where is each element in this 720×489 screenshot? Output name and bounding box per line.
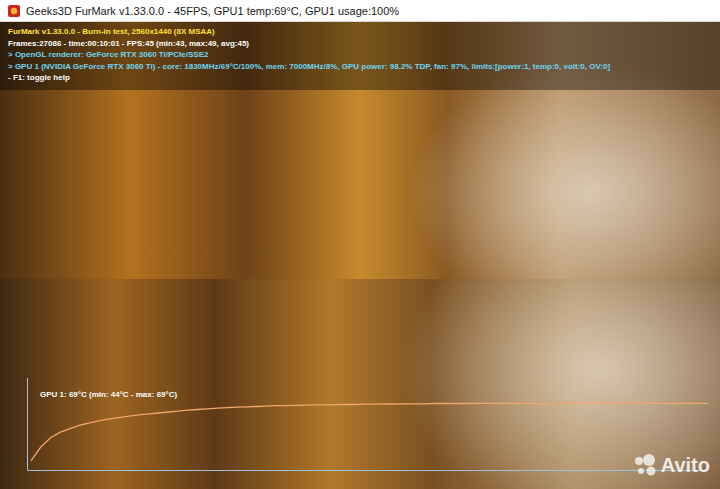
- render-view: FurMark v1.33.0.0 - Burn-in test, 2560x1…: [0, 22, 720, 489]
- furmark-window: Geeks3D FurMark v1.33.0.0 - 45FPS, GPU1 …: [0, 0, 720, 489]
- graph-label: GPU 1: 69°C (min: 44°C - max: 69°C): [40, 390, 177, 399]
- title-bar: Geeks3D FurMark v1.33.0.0 - 45FPS, GPU1 …: [0, 0, 720, 22]
- temperature-graph: GPU 1: 69°C (min: 44°C - max: 69°C): [27, 378, 708, 471]
- hud-overlay: FurMark v1.33.0.0 - Burn-in test, 2560x1…: [0, 22, 720, 90]
- render-scene-lower: [0, 279, 720, 489]
- furmark-icon: [8, 5, 20, 17]
- avito-logo-icon: [633, 453, 657, 477]
- hud-line: - F1: toggle help: [8, 72, 712, 84]
- window-title: Geeks3D FurMark v1.33.0.0 - 45FPS, GPU1 …: [26, 5, 399, 17]
- hud-line: Frames:27086 - time:00:10:01 - FPS:45 (m…: [8, 38, 712, 50]
- hud-line: > OpenGL renderer: GeForce RTX 3060 Ti/P…: [8, 49, 712, 61]
- temperature-line: [31, 403, 708, 461]
- watermark: Avito: [633, 453, 710, 477]
- hud-line: FurMark v1.33.0.0 - Burn-in test, 2560x1…: [8, 26, 712, 38]
- watermark-text: Avito: [661, 453, 710, 477]
- hud-line: > GPU 1 (NVIDIA GeForce RTX 3060 Ti) - c…: [8, 61, 712, 73]
